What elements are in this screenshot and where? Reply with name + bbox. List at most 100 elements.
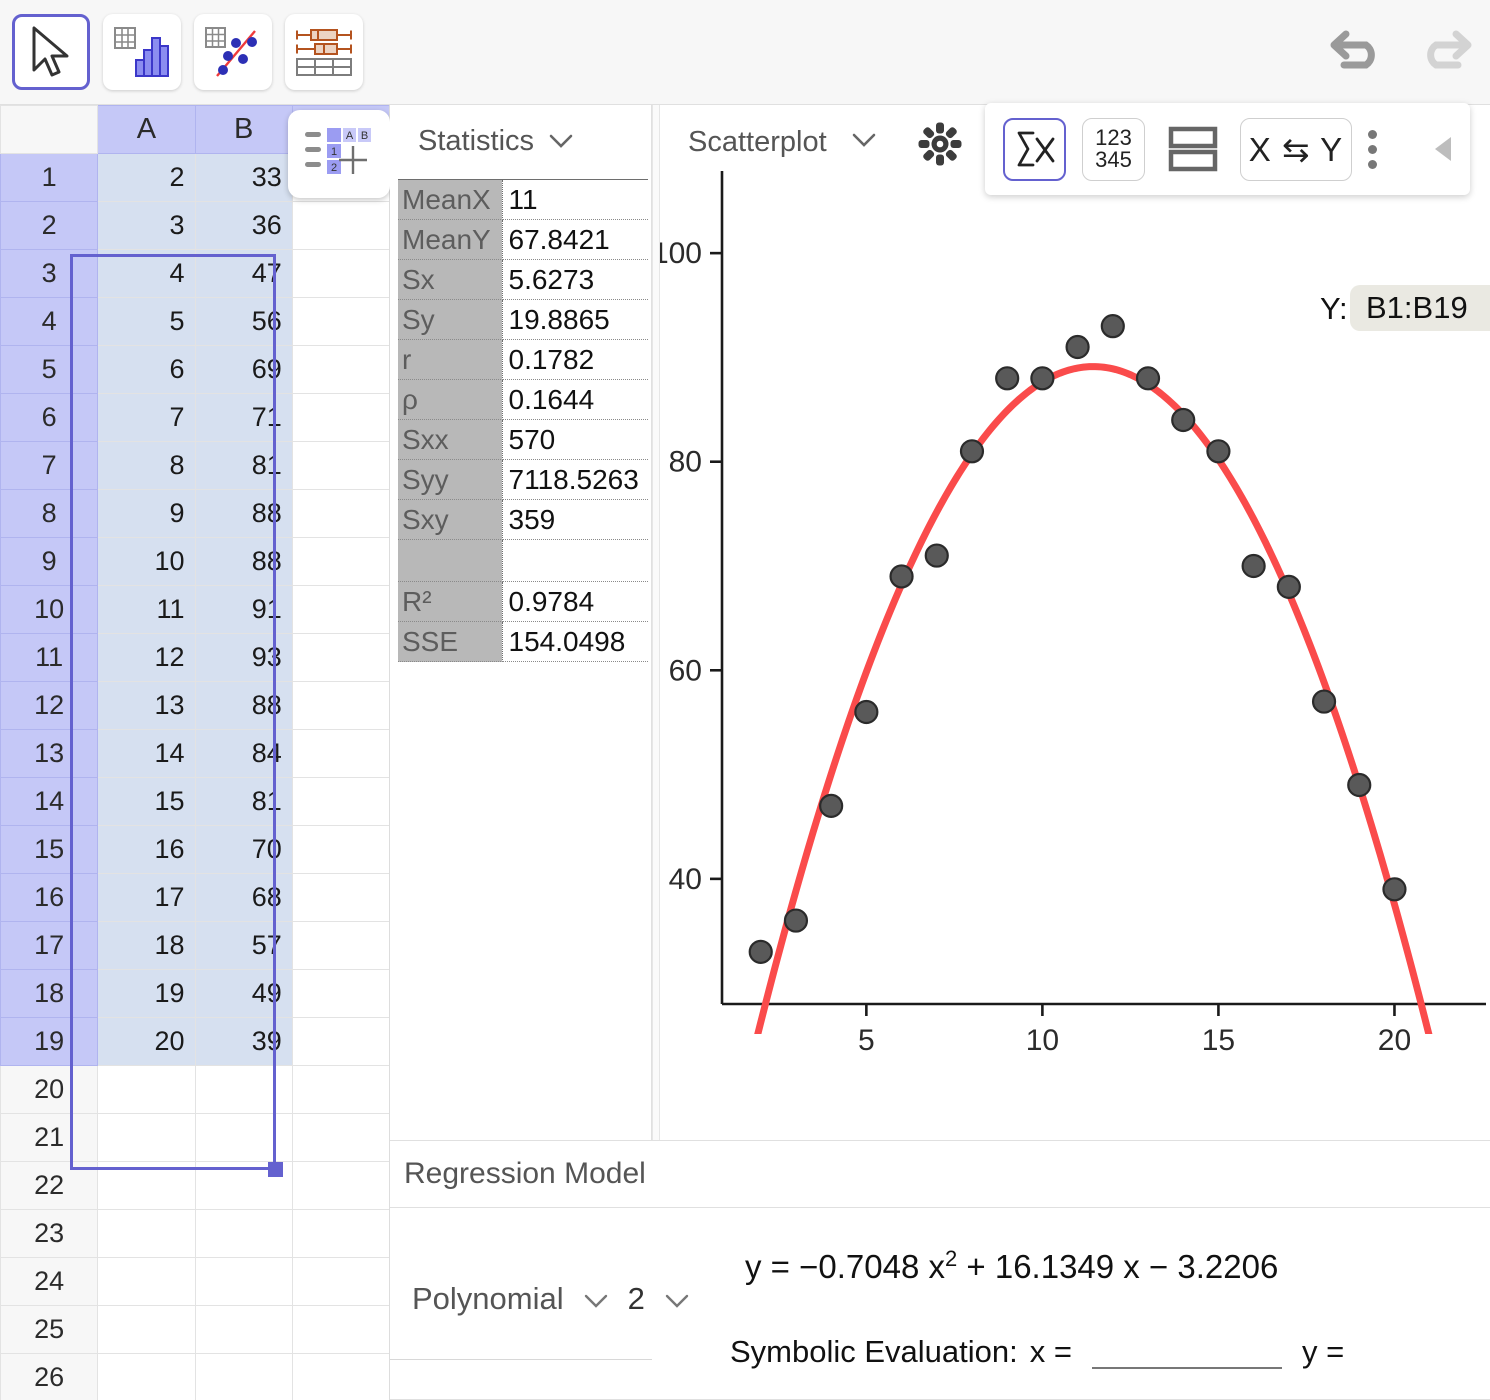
cell-a[interactable]: 12 xyxy=(97,633,196,682)
cell-a[interactable]: 5 xyxy=(97,297,196,346)
cell-c[interactable] xyxy=(291,825,389,874)
cell-b[interactable]: 71 xyxy=(194,393,293,442)
table-row[interactable]: 16 17 68 xyxy=(0,873,389,922)
data-point[interactable] xyxy=(889,564,914,589)
table-row[interactable]: 25 xyxy=(0,1305,389,1354)
row-header[interactable]: 15 xyxy=(0,825,99,874)
data-point[interactable] xyxy=(819,793,844,818)
row-header[interactable]: 19 xyxy=(0,1017,99,1066)
cell-a[interactable]: 7 xyxy=(97,393,196,442)
table-row[interactable]: 23 xyxy=(0,1209,389,1258)
cell-c[interactable] xyxy=(291,777,389,826)
cell-b[interactable]: 57 xyxy=(194,921,293,970)
cell-b[interactable]: 81 xyxy=(194,777,293,826)
cell-b[interactable]: 47 xyxy=(194,249,293,298)
cell-a[interactable]: 2 xyxy=(97,153,196,202)
model-type-select[interactable]: Polynomial xyxy=(412,1281,564,1317)
row-header[interactable]: 23 xyxy=(0,1209,99,1258)
row-header[interactable]: 5 xyxy=(0,345,99,394)
cell-c[interactable] xyxy=(291,345,389,394)
selection-fill-handle[interactable] xyxy=(268,1162,283,1177)
cell-b[interactable]: 88 xyxy=(194,537,293,586)
data-point[interactable] xyxy=(748,939,773,964)
cell-c[interactable] xyxy=(291,729,389,778)
data-point[interactable] xyxy=(1206,439,1231,464)
row-header[interactable]: 22 xyxy=(0,1161,99,1210)
cell-b[interactable]: 84 xyxy=(194,729,293,778)
data-point[interactable] xyxy=(783,908,809,933)
chevron-down-icon[interactable] xyxy=(548,133,574,149)
table-row[interactable]: 8 9 88 xyxy=(0,489,389,538)
cell-a[interactable] xyxy=(97,1353,196,1400)
data-point[interactable] xyxy=(1276,574,1301,599)
table-row[interactable]: 22 xyxy=(0,1161,389,1210)
row-header[interactable]: 9 xyxy=(0,537,99,586)
data-point[interactable] xyxy=(959,439,985,464)
data-point[interactable] xyxy=(1100,314,1125,339)
cell-a[interactable]: 19 xyxy=(97,969,196,1018)
data-point[interactable] xyxy=(1311,689,1337,714)
degree-select[interactable]: 2 xyxy=(628,1281,645,1317)
symbolic-x-input[interactable] xyxy=(1091,1335,1282,1369)
table-row[interactable]: 19 20 39 xyxy=(0,1017,389,1066)
row-header[interactable]: 11 xyxy=(0,633,99,682)
cell-c[interactable] xyxy=(291,249,389,298)
data-point[interactable] xyxy=(1065,334,1090,360)
cell-c[interactable] xyxy=(291,969,389,1018)
table-row[interactable]: 12 13 88 xyxy=(0,681,389,730)
cell-b[interactable] xyxy=(194,1209,293,1258)
data-point[interactable] xyxy=(1171,407,1196,433)
table-row[interactable]: 11 12 93 xyxy=(0,633,389,682)
row-header[interactable]: 1 xyxy=(0,153,99,202)
panel-divider[interactable] xyxy=(652,105,660,1140)
cell-c[interactable] xyxy=(291,633,389,682)
cell-c[interactable] xyxy=(291,585,389,634)
table-row[interactable]: 20 xyxy=(0,1065,389,1114)
row-header[interactable]: 14 xyxy=(0,777,99,826)
data-point[interactable] xyxy=(1382,877,1407,902)
row-header[interactable]: 8 xyxy=(0,489,99,538)
table-row[interactable]: 9 10 88 xyxy=(0,537,389,586)
row-header[interactable]: 12 xyxy=(0,681,99,730)
data-point[interactable] xyxy=(995,366,1020,391)
cell-b[interactable]: 68 xyxy=(194,873,293,922)
cell-c[interactable] xyxy=(291,1257,389,1306)
cell-a[interactable]: 11 xyxy=(97,585,196,634)
cell-b[interactable] xyxy=(194,1353,293,1400)
cell-b[interactable] xyxy=(194,1113,293,1162)
cell-a[interactable]: 4 xyxy=(97,249,196,298)
row-header[interactable]: 3 xyxy=(0,249,99,298)
cell-c[interactable] xyxy=(291,873,389,922)
cell-c[interactable] xyxy=(291,1305,389,1354)
table-row[interactable]: 5 6 69 xyxy=(0,345,389,394)
data-point[interactable] xyxy=(1030,366,1055,391)
table-row[interactable]: 2 3 36 xyxy=(0,201,389,250)
table-row[interactable]: 3 4 47 xyxy=(0,249,389,298)
row-header[interactable]: 7 xyxy=(0,441,99,490)
cell-b[interactable]: 88 xyxy=(194,489,293,538)
histogram-tool-button[interactable] xyxy=(103,14,181,90)
select-all-corner[interactable] xyxy=(0,105,99,154)
spreadsheet[interactable]: A B 1 2 33 2 3 36 3 4 47 4 5 56 5 6 69 6 7 71 7 8 81 8 9 88 9 10 8… xyxy=(0,105,390,1400)
table-row[interactable]: 14 15 81 xyxy=(0,777,389,826)
cell-a[interactable] xyxy=(97,1113,196,1162)
cell-b[interactable]: 69 xyxy=(194,345,293,394)
cell-b[interactable] xyxy=(194,1257,293,1306)
row-header[interactable]: 24 xyxy=(0,1257,99,1306)
column-header-a[interactable]: A xyxy=(97,105,196,154)
data-point[interactable] xyxy=(854,699,879,725)
cell-b[interactable]: 81 xyxy=(194,441,293,490)
cell-c[interactable] xyxy=(291,441,389,490)
table-row[interactable]: 18 19 49 xyxy=(0,969,389,1018)
cell-c[interactable] xyxy=(291,1113,389,1162)
row-header[interactable]: 13 xyxy=(0,729,99,778)
cell-a[interactable] xyxy=(97,1209,196,1258)
degree-chevron-down-icon[interactable] xyxy=(665,1281,689,1317)
row-header[interactable]: 25 xyxy=(0,1305,99,1354)
cell-c[interactable] xyxy=(291,921,389,970)
cell-b[interactable]: 70 xyxy=(194,825,293,874)
cell-c[interactable] xyxy=(291,1353,389,1400)
model-type-chevron-down-icon[interactable] xyxy=(584,1281,608,1317)
table-row[interactable]: 24 xyxy=(0,1257,389,1306)
cell-c[interactable] xyxy=(291,1065,389,1114)
